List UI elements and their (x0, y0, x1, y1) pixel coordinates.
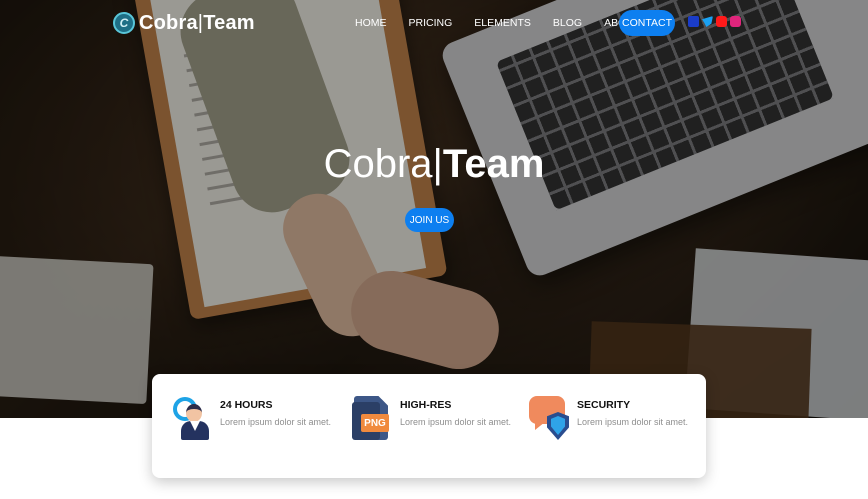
feature-high-res: PNG HIGH-RES Lorem ipsum dolor sit amet. (352, 396, 511, 446)
png-label: PNG (361, 414, 389, 432)
feature-24-hours: 24 HOURS Lorem ipsum dolor sit amet. (172, 396, 331, 446)
brand-name: Cobra|Team (139, 11, 255, 34)
support-agent-icon (172, 396, 214, 442)
nav-elements[interactable]: ELEMENTS (474, 17, 531, 29)
features-card: 24 HOURS Lorem ipsum dolor sit amet. PNG… (152, 374, 706, 478)
youtube-icon[interactable] (716, 16, 727, 27)
feature-description: Lorem ipsum dolor sit amet. (400, 417, 512, 427)
cobra-logo-icon: C (113, 12, 135, 34)
main-nav: HOME PRICING ELEMENTS BLOG ABOUT (355, 10, 662, 36)
feature-description: Lorem ipsum dolor sit amet. (220, 417, 332, 427)
twitter-icon[interactable] (702, 16, 713, 27)
instagram-icon[interactable] (730, 16, 741, 27)
nav-home[interactable]: HOME (355, 17, 387, 29)
nav-pricing[interactable]: PRICING (409, 17, 453, 29)
feature-title: SECURITY (577, 399, 631, 411)
social-links (688, 16, 741, 27)
shield-chat-icon (529, 396, 571, 442)
feature-description: Lorem ipsum dolor sit amet. (577, 417, 689, 427)
facebook-icon[interactable] (688, 16, 699, 27)
contact-button[interactable]: CONTACT (619, 10, 675, 36)
nav-blog[interactable]: BLOG (553, 17, 582, 29)
feature-title: 24 HOURS (220, 399, 273, 411)
join-us-button[interactable]: JOIN US (405, 208, 454, 232)
feature-title: HIGH-RES (400, 399, 452, 411)
feature-security: SECURITY Lorem ipsum dolor sit amet. (529, 396, 688, 446)
hero-title: Cobra|Team (323, 142, 545, 186)
brand-logo-link[interactable]: C Cobra|Team (113, 10, 255, 36)
png-file-icon: PNG (352, 396, 394, 442)
